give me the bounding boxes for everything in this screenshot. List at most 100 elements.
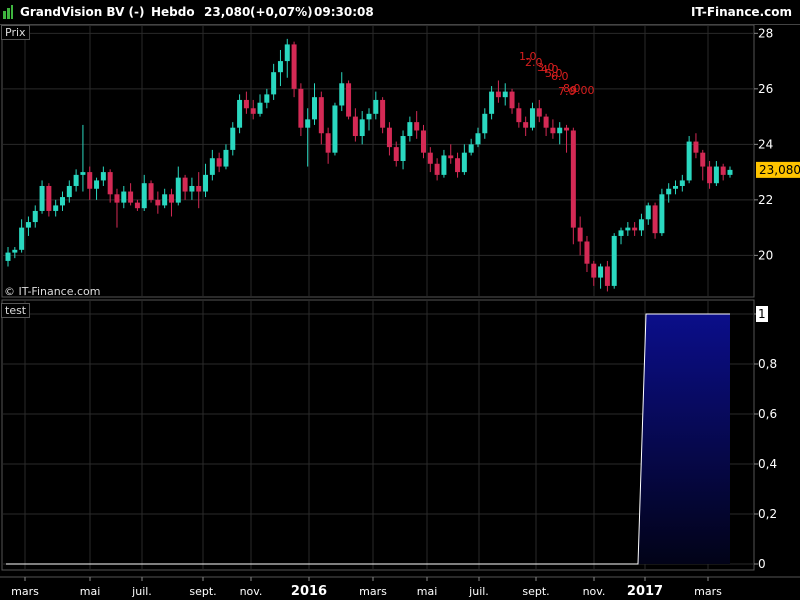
candle-body xyxy=(373,99,379,114)
candle-body xyxy=(243,99,249,109)
candle-body xyxy=(366,113,372,120)
candle-body xyxy=(727,169,733,175)
price-y-tick-label: 28 xyxy=(758,26,773,40)
candle-body xyxy=(557,127,563,134)
watermark: © IT-Finance.com xyxy=(4,285,101,298)
candle-body xyxy=(570,130,576,228)
indicator-line xyxy=(6,313,730,565)
candle-body xyxy=(346,83,352,117)
candle-body xyxy=(189,185,195,192)
candle-body xyxy=(693,141,699,153)
x-tick-label: juil. xyxy=(468,585,489,598)
candle-body xyxy=(632,227,638,231)
candle-body xyxy=(529,108,535,128)
candle-body xyxy=(25,222,31,228)
candle-body xyxy=(598,266,604,278)
x-tick-label: 2016 xyxy=(291,584,327,599)
candle-body xyxy=(352,116,358,137)
candle-body xyxy=(209,158,215,175)
candle-body xyxy=(114,194,120,203)
candle-body xyxy=(489,91,495,114)
indicator-y-tick-label: 0,2 xyxy=(758,507,777,521)
candle-body xyxy=(250,108,256,114)
candle-body xyxy=(312,97,318,120)
candle-body xyxy=(720,166,726,175)
indicator-top-badge-label: 1 xyxy=(758,307,766,321)
candle-body xyxy=(182,177,188,192)
candle-body xyxy=(291,44,297,89)
candle-body xyxy=(5,252,11,261)
candle-body xyxy=(141,183,147,209)
x-tick-label: sept. xyxy=(189,585,216,598)
candle-body xyxy=(455,158,461,173)
candle-body xyxy=(257,102,263,114)
x-tick-label: nov. xyxy=(240,585,263,598)
price-y-tick-label: 22 xyxy=(758,193,773,207)
candle-body xyxy=(686,141,692,181)
last-price-label: 23,080 xyxy=(759,163,800,177)
candle-body xyxy=(271,72,277,95)
candle-body xyxy=(128,191,134,203)
candle-body xyxy=(666,188,672,195)
candle-body xyxy=(305,119,311,128)
header-change: (+0,07%) xyxy=(250,5,313,19)
candle-body xyxy=(168,194,174,203)
x-tick-label: 2017 xyxy=(627,584,663,599)
candle-body xyxy=(591,263,597,278)
candle-body xyxy=(318,97,324,134)
candle-body xyxy=(12,249,18,253)
candle-body xyxy=(495,91,501,98)
candle-body xyxy=(175,177,181,203)
candle-body xyxy=(414,122,420,131)
candle-body xyxy=(339,83,345,106)
candle-body xyxy=(564,127,570,131)
x-tick-label: mars xyxy=(694,585,722,598)
candle-body xyxy=(59,197,65,206)
header-time: 09:30:08 xyxy=(314,5,374,19)
candle-body xyxy=(155,199,161,206)
candle-body xyxy=(461,152,467,173)
price-panel-frame xyxy=(1,24,755,298)
candle-body xyxy=(659,194,665,234)
candle-body xyxy=(509,91,515,109)
candle-body xyxy=(359,119,365,137)
candle-body xyxy=(536,108,542,117)
candle-body xyxy=(523,122,529,128)
candle-body xyxy=(441,155,447,175)
candle-body xyxy=(584,241,590,264)
brand-label[interactable]: IT-Finance.com xyxy=(691,5,792,19)
candle-body xyxy=(162,194,168,206)
candle-body xyxy=(80,172,86,175)
x-tick-label: mai xyxy=(417,585,438,598)
candle-body xyxy=(420,130,426,153)
price-y-tick-label: 24 xyxy=(758,137,773,151)
candle-body xyxy=(468,144,474,153)
x-tick-label: mars xyxy=(11,585,39,598)
candle-body xyxy=(107,172,113,195)
candle-body xyxy=(543,116,549,128)
candle-body xyxy=(700,152,706,167)
indicator-y-tick-label: 0,6 xyxy=(758,407,777,421)
candle-body xyxy=(400,136,406,161)
candle-body xyxy=(679,180,685,186)
candle-body xyxy=(707,166,713,184)
candle-body xyxy=(298,88,304,128)
candle-body xyxy=(652,205,658,234)
candle-body xyxy=(673,185,679,189)
indicator-area xyxy=(638,314,730,564)
candle-body xyxy=(39,185,45,211)
candle-body xyxy=(393,147,399,161)
candle-body xyxy=(448,155,454,159)
candle-body xyxy=(264,94,270,103)
candle-body xyxy=(94,180,100,189)
candle-body xyxy=(516,108,522,123)
candle-body xyxy=(19,227,25,250)
indicator-y-tick-label: 0 xyxy=(758,557,766,571)
price-y-tick-label: 20 xyxy=(758,248,773,262)
candle-body xyxy=(73,174,79,186)
candle-body xyxy=(53,205,59,211)
candle-body xyxy=(577,227,583,242)
chart-header: GrandVision BV (-) Hebdo 23,080 (+0,07%)… xyxy=(0,0,800,25)
candle-body xyxy=(121,191,127,203)
candle-body xyxy=(604,266,610,286)
